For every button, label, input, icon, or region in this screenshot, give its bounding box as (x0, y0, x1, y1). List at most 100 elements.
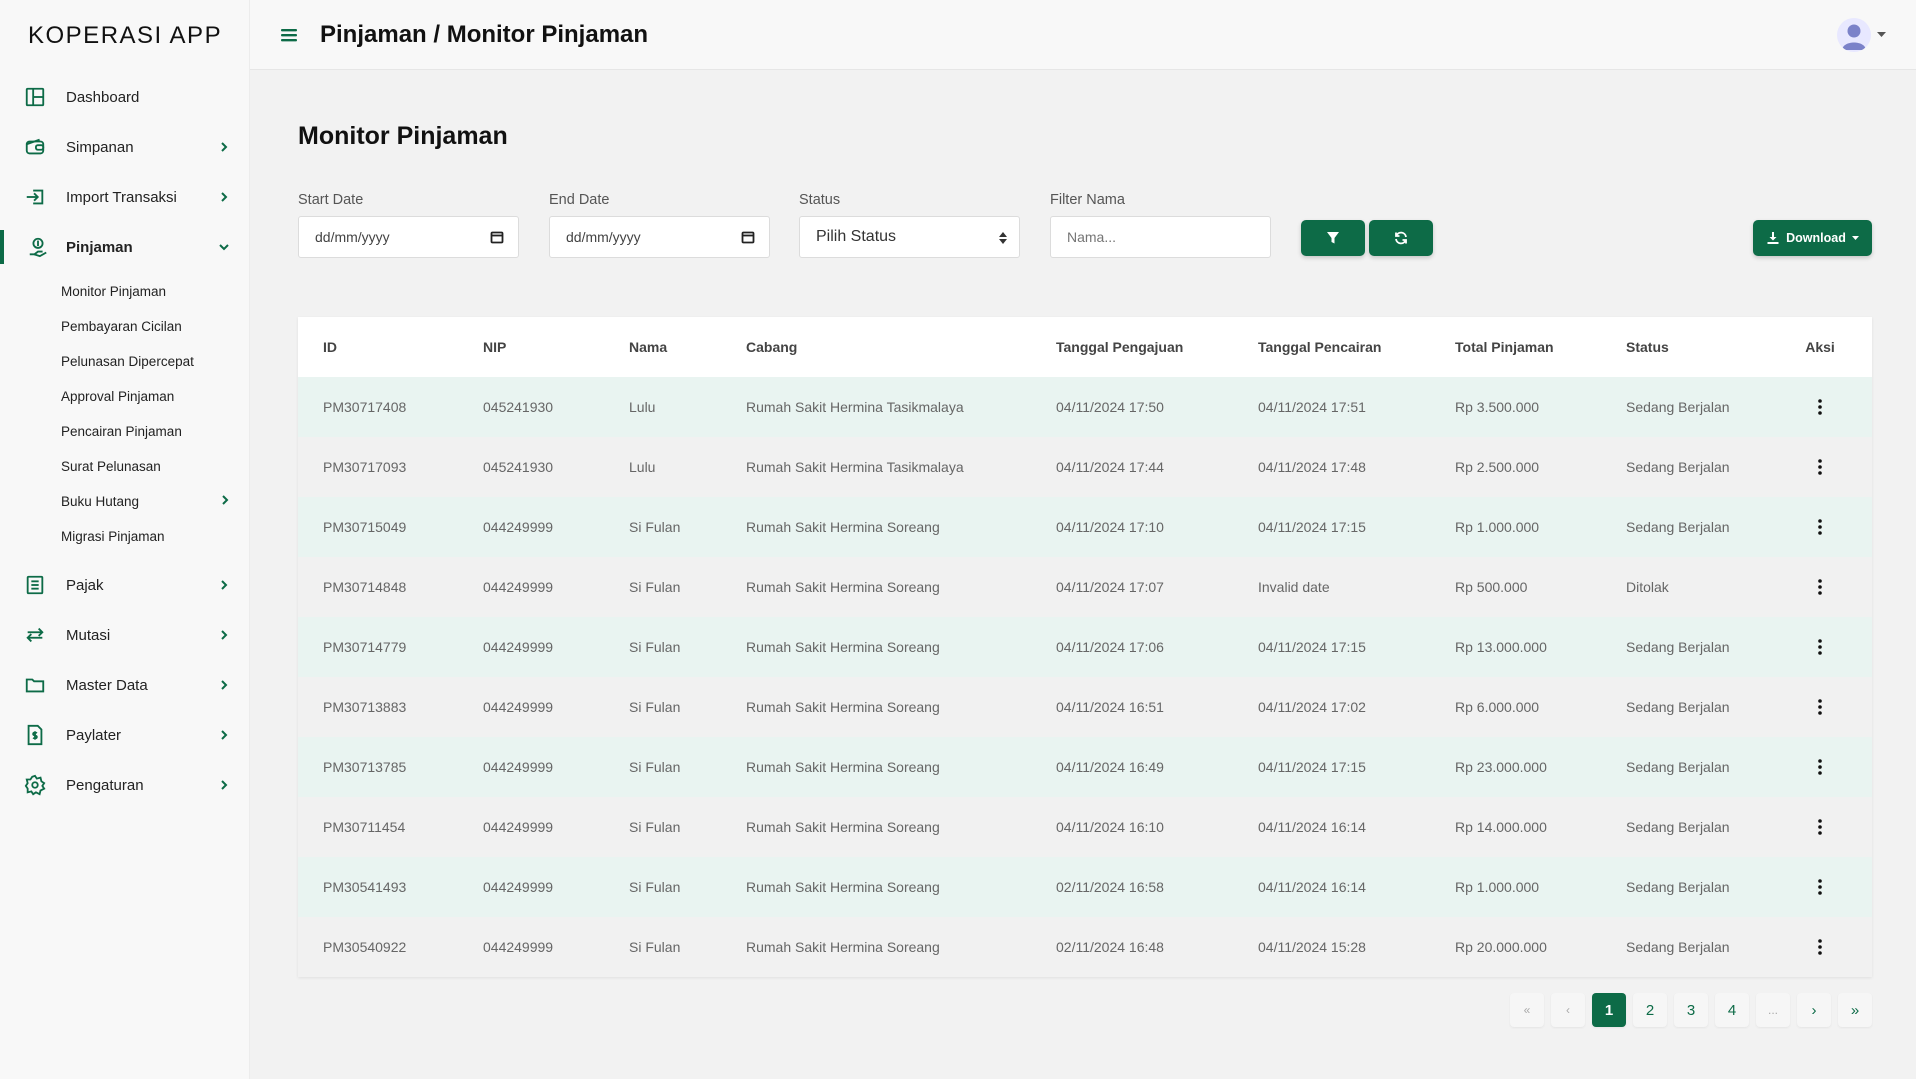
sidebar-subitem-migrasi-pinjaman[interactable]: Migrasi Pinjaman (0, 519, 249, 554)
cell-cabang: Rumah Sakit Hermina Soreang (746, 639, 940, 655)
cell-nip: 044249999 (483, 639, 554, 655)
cell-id: PM30717093 (323, 459, 407, 475)
sidebar-item-master-data[interactable]: Master Data (0, 660, 249, 710)
sidebar-subitem-surat-pelunasan[interactable]: Surat Pelunasan (0, 449, 249, 484)
more-vertical-icon[interactable] (1810, 395, 1830, 419)
cell-tanggal-pengajuan: 04/11/2024 16:51 (1056, 699, 1164, 715)
cell-tanggal-pencairan: 04/11/2024 15:28 (1258, 939, 1366, 955)
sidebar-subitem-buku-hutang[interactable]: Buku Hutang (0, 484, 249, 519)
cell-tanggal-pencairan: 04/11/2024 17:15 (1258, 519, 1366, 535)
more-vertical-icon[interactable] (1810, 515, 1830, 539)
cell-status: Sedang Berjalan (1626, 639, 1730, 655)
cell-nama: Si Fulan (629, 819, 681, 835)
cell-cabang: Rumah Sakit Hermina Soreang (746, 699, 940, 715)
table-row: PM30540922 044249999 Si Fulan Rumah Sakit H… (298, 917, 1872, 977)
avatar (1837, 18, 1871, 52)
cell-cabang: Rumah Sakit Hermina Soreang (746, 759, 940, 775)
table-header: ID NIP Nama Cabang Tanggal Pengajuan Tan… (298, 317, 1872, 377)
cell-total-pinjaman: Rp 1.000.000 (1455, 879, 1540, 895)
reset-button[interactable] (1369, 220, 1433, 256)
cell-nip: 044249999 (483, 879, 554, 895)
subitem-label: Pencairan Pinjaman (61, 424, 182, 439)
sidebar-item-pajak[interactable]: Pajak (0, 560, 249, 610)
download-button[interactable]: Download (1753, 220, 1872, 256)
end-date-input[interactable]: dd/mm/yyyy (549, 216, 770, 258)
sidebar-item-import-transaksi[interactable]: Import Transaksi (0, 172, 249, 222)
cell-id: PM30713883 (323, 699, 407, 715)
pagination-page-3[interactable]: 3 (1674, 993, 1708, 1027)
status-select-value: Pilih Status (816, 228, 897, 245)
sidebar-subitem-monitor-pinjaman[interactable]: Monitor Pinjaman (0, 274, 249, 309)
status-select[interactable]: Pilih Status (799, 216, 1020, 258)
more-vertical-icon[interactable] (1810, 455, 1830, 479)
cell-total-pinjaman: Rp 13.000.000 (1455, 639, 1547, 655)
cell-status: Ditolak (1626, 579, 1669, 595)
more-vertical-icon[interactable] (1810, 875, 1830, 899)
filter-icon (1327, 232, 1339, 244)
pagination-page-1[interactable]: 1 (1592, 993, 1626, 1027)
cell-tanggal-pengajuan: 04/11/2024 16:10 (1056, 819, 1164, 835)
cell-id: PM30714848 (323, 579, 407, 595)
sidebar-item-label: Pinjaman (66, 238, 133, 256)
cell-tanggal-pencairan: 04/11/2024 17:02 (1258, 699, 1366, 715)
sidebar-item-dashboard[interactable]: Dashboard (0, 72, 249, 122)
pagination-next[interactable]: › (1797, 993, 1831, 1027)
end-date-label: End Date (549, 192, 610, 208)
column-header-tanggal-pengajuan[interactable]: Tanggal Pengajuan (1056, 339, 1258, 355)
column-header-nip[interactable]: NIP (483, 339, 629, 355)
calendar-icon[interactable] (490, 230, 504, 244)
sidebar-item-mutasi[interactable]: Mutasi (0, 610, 249, 660)
more-vertical-icon[interactable] (1810, 635, 1830, 659)
chevron-right-icon (217, 778, 231, 792)
subitem-label: Buku Hutang (61, 494, 140, 509)
cell-id: PM30541493 (323, 879, 407, 895)
start-date-input[interactable]: dd/mm/yyyy (298, 216, 519, 258)
table-row: PM30714848 044249999 Si Fulan Rumah Sakit H… (298, 557, 1872, 617)
sidebar-subitem-approval-pinjaman[interactable]: Approval Pinjaman (0, 379, 249, 414)
filter-button[interactable] (1301, 220, 1365, 256)
cell-tanggal-pengajuan: 02/11/2024 16:48 (1056, 939, 1164, 955)
table-row: PM30717093 045241930 Lulu Rumah Sakit Hermi… (298, 437, 1872, 497)
pagination-first[interactable]: « (1510, 993, 1544, 1027)
cell-aksi (1785, 755, 1855, 779)
chevron-right-icon (217, 628, 231, 642)
more-vertical-icon[interactable] (1810, 815, 1830, 839)
nama-input[interactable] (1067, 229, 1254, 245)
sidebar-subitem-pembayaran-cicilan[interactable]: Pembayaran Cicilan (0, 309, 249, 344)
topbar: Pinjaman / Monitor Pinjaman (250, 0, 1916, 70)
pagination-prev[interactable]: ‹ (1551, 993, 1585, 1027)
sidebar-subitem-pencairan-pinjaman[interactable]: Pencairan Pinjaman (0, 414, 249, 449)
more-vertical-icon[interactable] (1810, 935, 1830, 959)
column-header-nama[interactable]: Nama (629, 339, 746, 355)
user-menu[interactable] (1837, 18, 1886, 52)
column-header-cabang[interactable]: Cabang (746, 339, 1056, 355)
pagination-page-4[interactable]: 4 (1715, 993, 1749, 1027)
more-vertical-icon[interactable] (1810, 695, 1830, 719)
caret-down-icon (1877, 32, 1886, 37)
cell-tanggal-pengajuan: 02/11/2024 16:58 (1056, 879, 1164, 895)
sidebar-item-paylater[interactable]: Paylater (0, 710, 249, 760)
pagination-last[interactable]: » (1838, 993, 1872, 1027)
sidebar-item-pinjaman[interactable]: Pinjaman (0, 222, 249, 272)
arrows-icon (24, 624, 46, 646)
import-icon (24, 186, 46, 208)
sidebar-item-label: Pengaturan (66, 776, 144, 794)
sidebar-subitem-pelunasan-dipercepat[interactable]: Pelunasan Dipercepat (0, 344, 249, 379)
more-vertical-icon[interactable] (1810, 575, 1830, 599)
download-icon (1767, 232, 1779, 244)
breadcrumb: Pinjaman / Monitor Pinjaman (320, 20, 649, 48)
nama-filter: Filter Nama (1050, 192, 1271, 258)
cell-aksi (1785, 815, 1855, 839)
column-header-tanggal-pencairan[interactable]: Tanggal Pencairan (1258, 339, 1455, 355)
table-row: PM30713785 044249999 Si Fulan Rumah Sakit H… (298, 737, 1872, 797)
pagination-page-2[interactable]: 2 (1633, 993, 1667, 1027)
column-header-id[interactable]: ID (298, 339, 483, 355)
more-vertical-icon[interactable] (1810, 755, 1830, 779)
column-header-total-pinjaman[interactable]: Total Pinjaman (1455, 339, 1626, 355)
sidebar-item-simpanan[interactable]: Simpanan (0, 122, 249, 172)
hamburger-menu-icon[interactable] (280, 26, 298, 44)
column-header-status[interactable]: Status (1626, 339, 1785, 355)
cell-id: PM30714779 (323, 639, 407, 655)
calendar-icon[interactable] (741, 230, 755, 244)
sidebar-item-pengaturan[interactable]: Pengaturan (0, 760, 249, 810)
